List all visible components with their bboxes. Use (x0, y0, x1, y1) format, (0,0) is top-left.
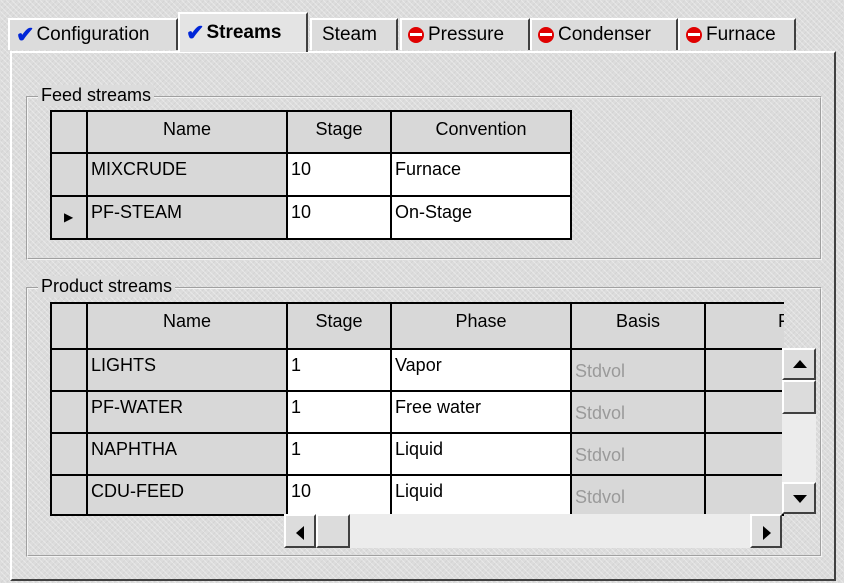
table-cell-name: PF-WATER (88, 392, 288, 434)
table-cell-convention[interactable]: Furnace (392, 154, 572, 197)
required-input-icon (538, 27, 554, 43)
column-header-stage[interactable]: Stage (288, 112, 392, 154)
row-header[interactable] (52, 392, 88, 434)
column-header-phase[interactable]: Phase (392, 304, 572, 350)
check-icon: ✔ (16, 22, 35, 47)
streams-form: ✔ Configuration ✔ Streams Steam Pressure… (0, 0, 844, 583)
table-cell-stage[interactable]: 1 (288, 392, 392, 434)
tab-label: Furnace (706, 24, 776, 45)
table-cell-flow (706, 350, 784, 392)
table-cell-stage[interactable]: 1 (288, 350, 392, 392)
table-cell-stage[interactable]: 10 (288, 197, 392, 240)
product-streams-grid: Name Stage Phase Basis Flow LIGHTS 1 Vap… (50, 302, 784, 516)
table-cell-stage[interactable]: 10 (288, 476, 392, 516)
feed-streams-legend: Feed streams (38, 85, 155, 106)
column-header-convention[interactable]: Convention (392, 112, 572, 154)
table-cell-phase[interactable]: Liquid (392, 476, 572, 516)
scroll-left-button[interactable] (284, 514, 316, 548)
scroll-down-button[interactable] (782, 482, 816, 514)
feed-streams-grid: Name Stage Convention MIXCRUDE 10 Furnac… (50, 110, 572, 240)
scroll-right-button[interactable] (750, 514, 782, 548)
tab-pressure[interactable]: Pressure (400, 18, 530, 50)
check-icon: ✔ (186, 20, 205, 45)
column-header-name[interactable]: Name (88, 304, 288, 350)
product-streams-legend: Product streams (38, 276, 176, 297)
tab-label: Steam (322, 24, 377, 45)
row-header[interactable] (52, 350, 88, 392)
table-cell-phase[interactable]: Liquid (392, 434, 572, 476)
scroll-thumb[interactable] (782, 380, 816, 414)
scroll-thumb[interactable] (316, 514, 350, 548)
row-pointer-icon[interactable]: ▶ (52, 197, 88, 240)
table-cell-flow (706, 392, 784, 434)
table-cell-name: NAPHTHA (88, 434, 288, 476)
arrow-down-icon (793, 495, 807, 503)
column-header-name[interactable]: Name (88, 112, 288, 154)
table-cell-stage[interactable]: 10 (288, 154, 392, 197)
tab-label: Condenser (558, 24, 651, 45)
tab-steam[interactable]: Steam (310, 18, 398, 50)
tab-furnace[interactable]: Furnace (678, 18, 796, 50)
column-header-flow[interactable]: Flow (706, 304, 784, 350)
corner-cell (52, 304, 88, 350)
column-header-stage[interactable]: Stage (288, 304, 392, 350)
scroll-up-button[interactable] (782, 348, 816, 380)
tab-configuration[interactable]: ✔ Configuration (8, 18, 178, 50)
arrow-up-icon (793, 360, 807, 368)
row-header[interactable] (52, 154, 88, 197)
table-cell-name: CDU-FEED (88, 476, 288, 516)
horizontal-scrollbar[interactable] (284, 514, 782, 548)
tab-label: Streams (206, 22, 282, 43)
tab-condenser[interactable]: Condenser (530, 18, 678, 50)
arrow-right-icon (763, 526, 771, 540)
table-cell-basis: Stdvol (572, 350, 706, 392)
arrow-left-icon (296, 526, 304, 540)
required-input-icon (408, 27, 424, 43)
table-cell-name: PF-STEAM (88, 197, 288, 240)
table-cell-name: LIGHTS (88, 350, 288, 392)
row-header[interactable] (52, 434, 88, 476)
table-cell-basis: Stdvol (572, 476, 706, 516)
table-cell-flow (706, 434, 784, 476)
table-cell-stage[interactable]: 1 (288, 434, 392, 476)
column-header-basis[interactable]: Basis (572, 304, 706, 350)
corner-cell (52, 112, 88, 154)
table-cell-flow (706, 476, 784, 516)
row-header[interactable] (52, 476, 88, 516)
table-cell-convention[interactable]: On-Stage (392, 197, 572, 240)
table-cell-basis: Stdvol (572, 434, 706, 476)
tab-streams[interactable]: ✔ Streams (178, 12, 308, 52)
table-cell-basis: Stdvol (572, 392, 706, 434)
tab-label: Configuration (36, 24, 150, 45)
tab-label: Pressure (428, 24, 505, 45)
table-cell-phase[interactable]: Free water (392, 392, 572, 434)
table-cell-phase[interactable]: Vapor (392, 350, 572, 392)
vertical-scrollbar[interactable] (782, 348, 816, 514)
table-cell-name: MIXCRUDE (88, 154, 288, 197)
required-input-icon (686, 27, 702, 43)
